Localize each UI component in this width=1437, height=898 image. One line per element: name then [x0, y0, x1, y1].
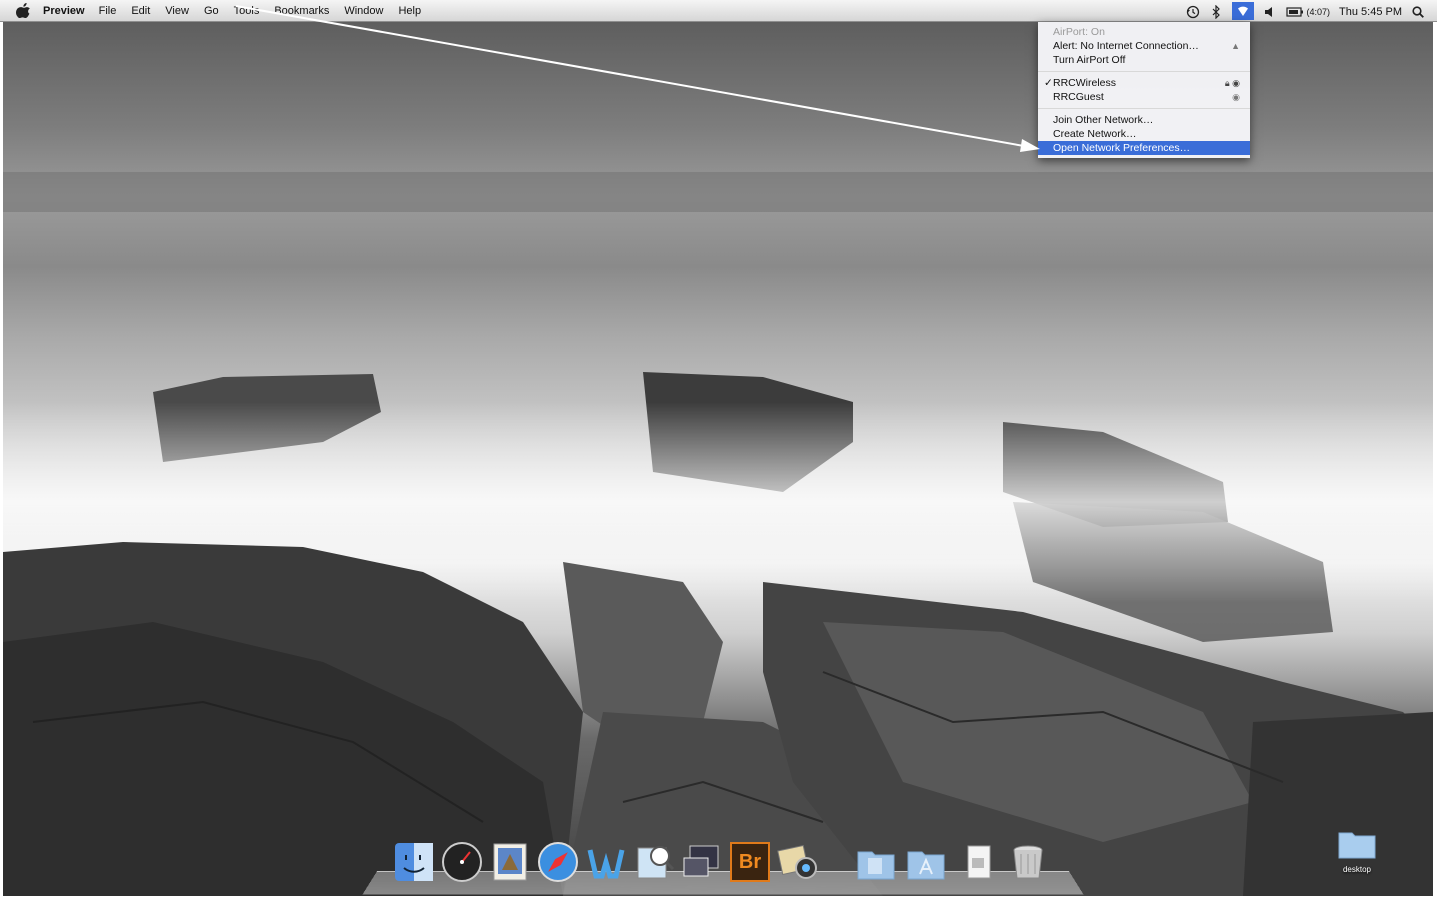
dock-iwork[interactable] — [584, 840, 628, 884]
menu-edit[interactable]: Edit — [131, 5, 150, 17]
lock-wifi-icon: 🔒︎ ◉ — [1224, 78, 1240, 88]
menu-view[interactable]: View — [165, 5, 189, 17]
dock-documents-folder[interactable] — [854, 840, 898, 884]
battery-time: (4:07) — [1306, 7, 1331, 17]
menu-separator — [1038, 71, 1250, 72]
dock-mail[interactable] — [488, 840, 532, 884]
dock-screen-sharing[interactable] — [680, 840, 724, 884]
iphoto-icon — [777, 844, 817, 879]
network-name: RRCWireless — [1053, 77, 1116, 89]
dock-trash[interactable] — [1006, 840, 1050, 884]
menu-item-open-network-preferences[interactable]: Open Network Preferences… — [1038, 141, 1250, 155]
folder-icon — [857, 851, 895, 880]
bridge-icon: Br — [730, 842, 770, 882]
network-item-rrcwireless[interactable]: ✓ RRCWireless 🔒︎ ◉ — [1038, 76, 1250, 90]
menu-window[interactable]: Window — [344, 5, 383, 17]
dock-safari[interactable] — [536, 840, 580, 884]
finder-icon — [395, 843, 433, 881]
menu-item-alert[interactable]: Alert: No Internet Connection… ▲ — [1038, 39, 1250, 53]
iwork-icon — [587, 849, 625, 879]
spotlight-icon[interactable] — [1411, 5, 1425, 19]
menu-item-create-network[interactable]: Create Network… — [1038, 127, 1250, 141]
document-stack-icon — [967, 845, 991, 879]
safari-icon — [538, 842, 578, 882]
dock-finder[interactable] — [392, 840, 436, 884]
warning-icon: ▲ — [1231, 41, 1240, 51]
menu-file[interactable]: File — [99, 5, 117, 17]
menu-help[interactable]: Help — [398, 5, 421, 17]
airport-icon[interactable] — [1231, 2, 1254, 20]
alert-label: Alert: No Internet Connection… — [1053, 40, 1199, 52]
dock-preview[interactable] — [632, 840, 676, 884]
menu-item-join-other-network[interactable]: Join Other Network… — [1038, 113, 1250, 127]
checkmark-icon: ✓ — [1044, 77, 1053, 89]
dock-iphoto[interactable] — [776, 840, 820, 884]
airport-status: AirPort: On — [1053, 26, 1105, 38]
desktop-folder[interactable]: desktop — [1334, 828, 1380, 874]
dock-adobe-bridge[interactable]: Br — [728, 840, 772, 884]
clock[interactable]: Thu 5:45 PM — [1339, 6, 1402, 18]
menu-bookmarks[interactable]: Bookmarks — [274, 5, 329, 17]
menu-app-preview[interactable]: Preview — [43, 5, 85, 17]
desktop-folder-label: desktop — [1342, 865, 1372, 874]
menu-go[interactable]: Go — [204, 5, 219, 17]
wifi-signal-icon: ◉ — [1232, 92, 1240, 102]
trash-icon — [1013, 845, 1043, 879]
dashboard-icon — [442, 842, 482, 882]
time-machine-icon[interactable] — [1186, 5, 1200, 19]
dock: Br — [362, 840, 1084, 898]
network-item-rrcguest[interactable]: RRCGuest ◉ — [1038, 90, 1250, 104]
network-name: RRCGuest — [1053, 91, 1104, 103]
volume-icon[interactable] — [1263, 5, 1277, 19]
bluetooth-icon[interactable] — [1209, 5, 1223, 19]
preview-icon — [637, 846, 675, 879]
apple-icon[interactable] — [16, 3, 30, 18]
folder-icon — [1338, 832, 1376, 859]
menu-item-turn-airport-off[interactable]: Turn AirPort Off — [1038, 53, 1250, 67]
menu-bar: Preview File Edit View Go Tools Bookmark… — [0, 0, 1437, 22]
dock-applications-folder[interactable] — [904, 840, 948, 884]
airport-dropdown-menu: AirPort: On Alert: No Internet Connectio… — [1038, 22, 1250, 158]
dock-downloads[interactable] — [958, 840, 1002, 884]
battery-icon[interactable] — [1285, 5, 1304, 19]
menu-separator — [1038, 108, 1250, 109]
dock-dashboard[interactable] — [440, 840, 484, 884]
menu-tools[interactable]: Tools — [234, 5, 260, 17]
applications-folder-icon — [907, 851, 945, 880]
screen-sharing-icon — [683, 845, 719, 877]
mail-icon — [493, 843, 527, 881]
